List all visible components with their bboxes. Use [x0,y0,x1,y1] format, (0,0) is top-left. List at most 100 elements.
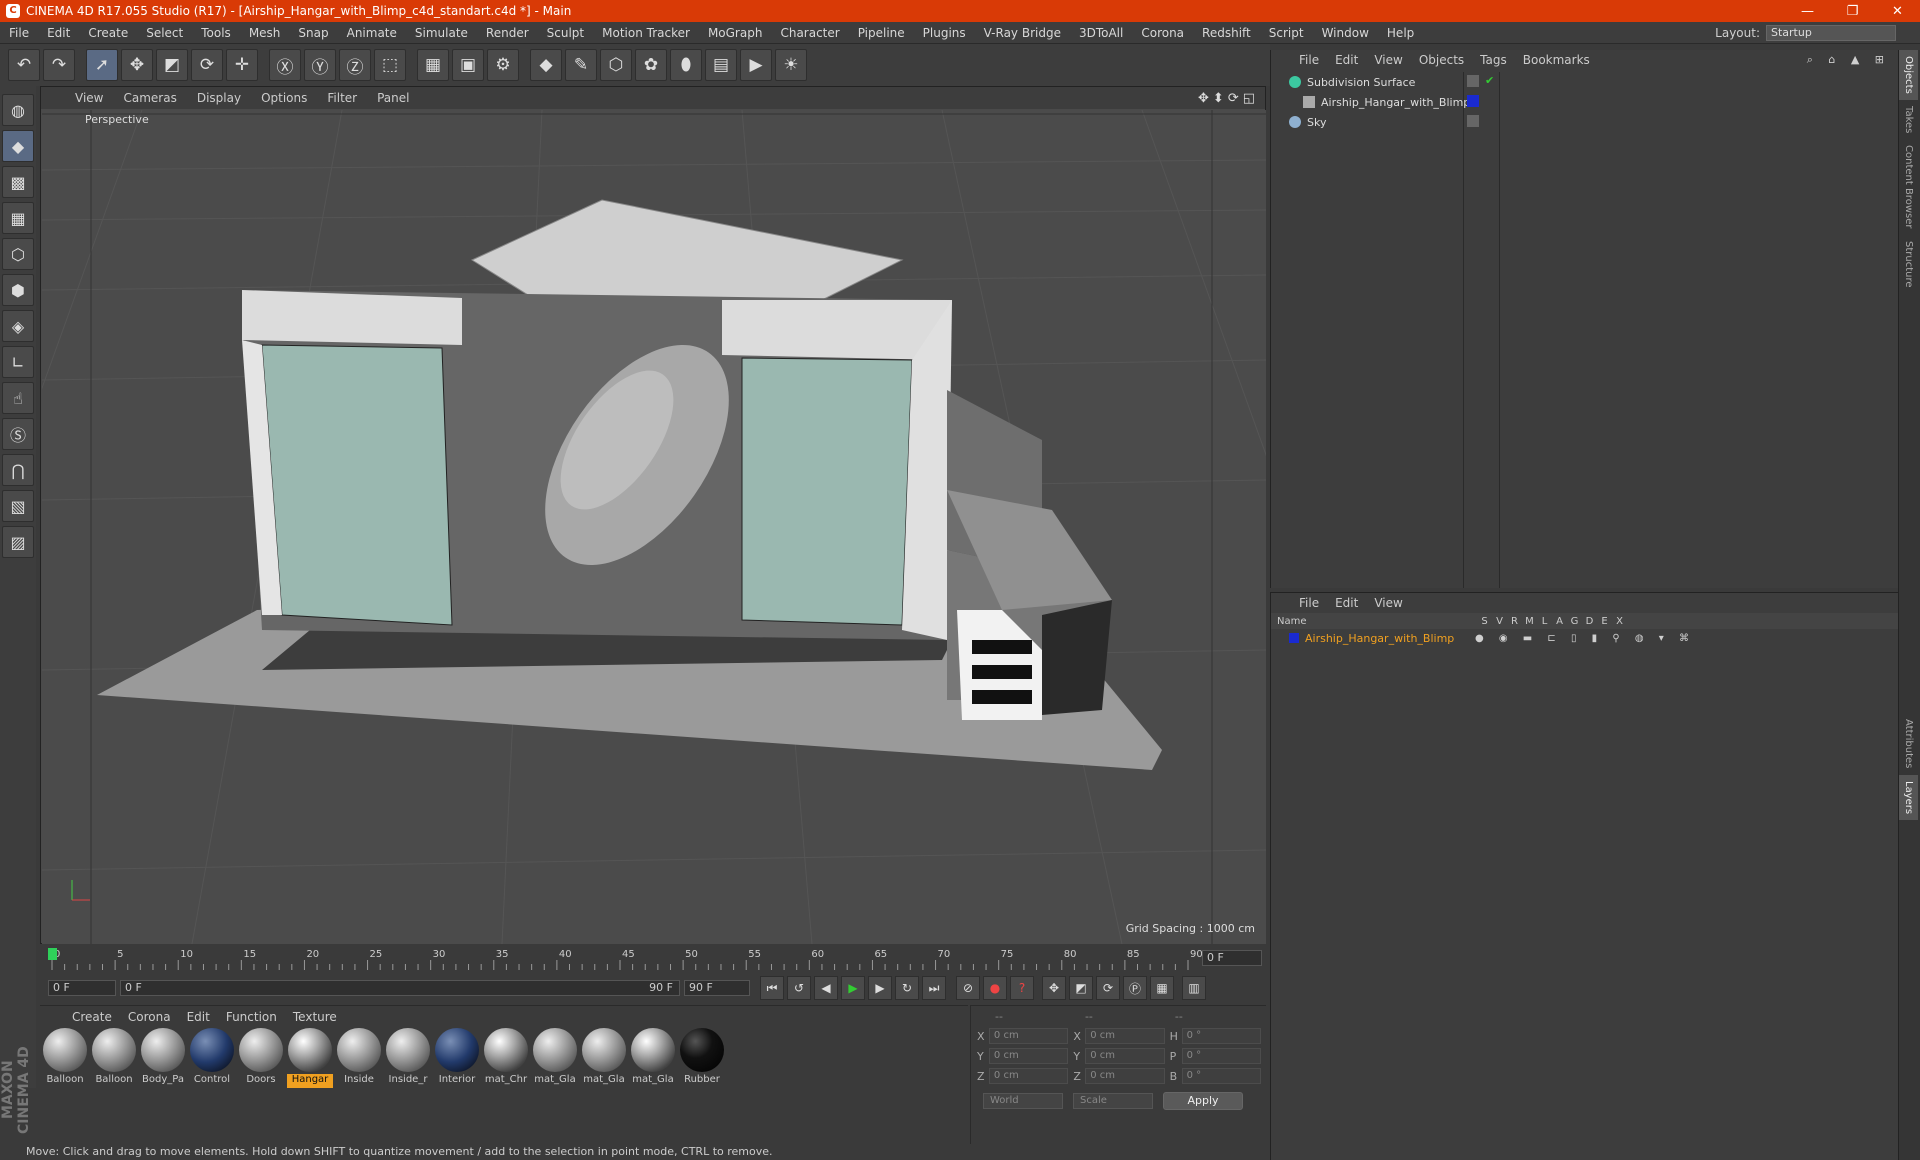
points-mode-icon[interactable]: ⬡ [2,238,34,270]
layout-select[interactable]: Startup [1766,24,1896,41]
objects-menu-file[interactable]: File [1291,53,1327,67]
timeline-range-slider[interactable]: 0 F 90 F [120,980,680,996]
model-mode-icon[interactable]: ◆ [2,130,34,162]
layers-menu-view[interactable]: View [1366,596,1410,610]
scale-icon[interactable]: ◩ [156,49,188,81]
tab-attributes[interactable]: Attributes [1899,713,1918,774]
menu-sculpt[interactable]: Sculpt [538,26,593,40]
planar-workplane-icon[interactable]: ▨ [2,526,34,558]
enabled-check-icon[interactable]: ✔ [1485,74,1494,87]
menu-mograph[interactable]: MoGraph [699,26,772,40]
material-swatch[interactable]: mat_Chr [483,1028,529,1088]
cube-icon[interactable]: ◆ [530,49,562,81]
objects-menu-view[interactable]: View [1366,53,1410,67]
magnet-icon[interactable]: ⋂ [2,454,34,486]
viewport-menu-panel[interactable]: Panel [367,91,419,105]
play-icon[interactable]: ▶ [841,976,865,1000]
viewport-menu-options[interactable]: Options [251,91,317,105]
menu-character[interactable]: Character [771,26,848,40]
viewport-menu-display[interactable]: Display [187,91,251,105]
axis-mode-icon[interactable]: ∟ [2,346,34,378]
size-x-field[interactable]: 0 cm [1085,1028,1165,1044]
menu-corona[interactable]: Corona [1132,26,1193,40]
viewport-menu-cameras[interactable]: Cameras [113,91,186,105]
search-icon[interactable]: ⌕ ⌂ ▲ ⊞ [1807,53,1898,67]
object-row-sky[interactable]: Sky [1271,112,1899,132]
texture-mode-icon[interactable]: ▩ [2,166,34,198]
menu-tools[interactable]: Tools [192,26,240,40]
menu-edit[interactable]: Edit [38,26,79,40]
objects-menu-tags[interactable]: Tags [1472,53,1515,67]
material-swatch[interactable]: mat_Gla [581,1028,627,1088]
timeline-ruler[interactable]: 0 5 10 15 20 25 30 35 40 45 50 55 60 65 70 75 80 85 90 0 F [40,944,1266,972]
layers-menu-file[interactable]: File [1291,596,1327,610]
menu-simulate[interactable]: Simulate [406,26,477,40]
layer-name[interactable]: Airship_Hangar_with_Blimp [1305,632,1475,645]
start-frame-field[interactable]: 0 F [48,980,116,996]
object-row-subdivision-surface[interactable]: Subdivision Surface ✔ [1271,72,1899,92]
pen-spline-icon[interactable]: ✎ [565,49,597,81]
rotate-icon[interactable]: ⟳ [191,49,223,81]
motion-record-icon[interactable]: ⊘ [956,976,980,1000]
lock-workplane-icon[interactable]: ▧ [2,490,34,522]
size-mode-dropdown[interactable]: Scale [1073,1093,1153,1109]
current-frame-field[interactable]: 0 F [1202,950,1262,966]
snapping-icon[interactable]: Ⓢ [2,418,34,450]
menu-help[interactable]: Help [1378,26,1423,40]
tab-content-browser[interactable]: Content Browser [1899,139,1918,234]
goto-next-key-icon[interactable]: ↻ [895,976,919,1000]
camera-icon[interactable]: ▶ [740,49,772,81]
objects-menu-objects[interactable]: Objects [1411,53,1472,67]
material-swatch[interactable]: Rubber [679,1028,725,1088]
minimize-button[interactable]: — [1785,4,1830,19]
viewport-menu-view[interactable]: View [65,91,113,105]
menu-motion-tracker[interactable]: Motion Tracker [593,26,699,40]
rotation-h-field[interactable]: 0 ° [1181,1028,1261,1044]
position-x-field[interactable]: 0 cm [988,1028,1069,1044]
menu-plugins[interactable]: Plugins [914,26,975,40]
redo-icon[interactable]: ↷ [43,49,75,81]
tab-objects[interactable]: Objects [1899,50,1918,100]
material-swatch[interactable]: Inside_r [385,1028,431,1088]
layer-color-icon[interactable] [1467,95,1479,107]
light-icon[interactable]: ☀ [775,49,807,81]
menu-redshift[interactable]: Redshift [1193,26,1260,40]
menu-render[interactable]: Render [477,26,538,40]
menu-animate[interactable]: Animate [338,26,406,40]
layer-flags-icons[interactable]: ● ◉ ▬ ⊏ ▯ ▮ ⚲ ◍ ▾ ⌘ [1475,633,1695,644]
viewport-nav-icons[interactable]: ✥⬍⟳◱ [1198,91,1265,106]
material-menu-create[interactable]: Create [64,1010,120,1024]
objects-menu-bookmarks[interactable]: Bookmarks [1515,53,1598,67]
menu-mesh[interactable]: Mesh [240,26,290,40]
coordinate-system-icon[interactable]: ⬚ [374,49,406,81]
recent-tool-icon[interactable]: ✛ [226,49,258,81]
material-swatch[interactable]: Balloon [42,1028,88,1088]
goto-end-icon[interactable]: ⏭ [922,976,946,1000]
goto-start-icon[interactable]: ⏮ [760,976,784,1000]
material-swatch[interactable]: mat_Gla [532,1028,578,1088]
edges-mode-icon[interactable]: ⬢ [2,274,34,306]
key-param-icon[interactable]: Ⓟ [1123,976,1147,1000]
timeline-window-icon[interactable]: ▥ [1182,976,1206,1000]
coordinate-space-dropdown[interactable]: World [983,1093,1063,1109]
layer-row[interactable]: Airship_Hangar_with_Blimp ● ◉ ▬ ⊏ ▯ ▮ ⚲ … [1271,629,1898,647]
close-button[interactable]: ✕ [1875,4,1920,19]
end-frame-field[interactable]: 90 F [684,980,750,996]
render-view-icon[interactable]: ▦ [417,49,449,81]
next-frame-icon[interactable]: ▶ [868,976,892,1000]
visibility-toggle-icon[interactable] [1467,75,1479,87]
material-swatch[interactable]: Interior [434,1028,480,1088]
material-swatch[interactable]: Balloon [91,1028,137,1088]
key-pla-icon[interactable]: ▦ [1150,976,1174,1000]
deformer-icon[interactable]: ⬮ [670,49,702,81]
workplane-icon[interactable]: ▦ [2,202,34,234]
menu-create[interactable]: Create [79,26,137,40]
playhead[interactable] [48,948,57,960]
menu-pipeline[interactable]: Pipeline [849,26,914,40]
y-axis-lock-icon[interactable]: Ⓨ [304,49,336,81]
visibility-toggle-icon[interactable] [1467,115,1479,127]
key-position-icon[interactable]: ✥ [1042,976,1066,1000]
autokey-icon[interactable]: ? [1010,976,1034,1000]
live-selection-icon[interactable]: ➚ [86,49,118,81]
menu-file[interactable]: File [0,26,38,40]
